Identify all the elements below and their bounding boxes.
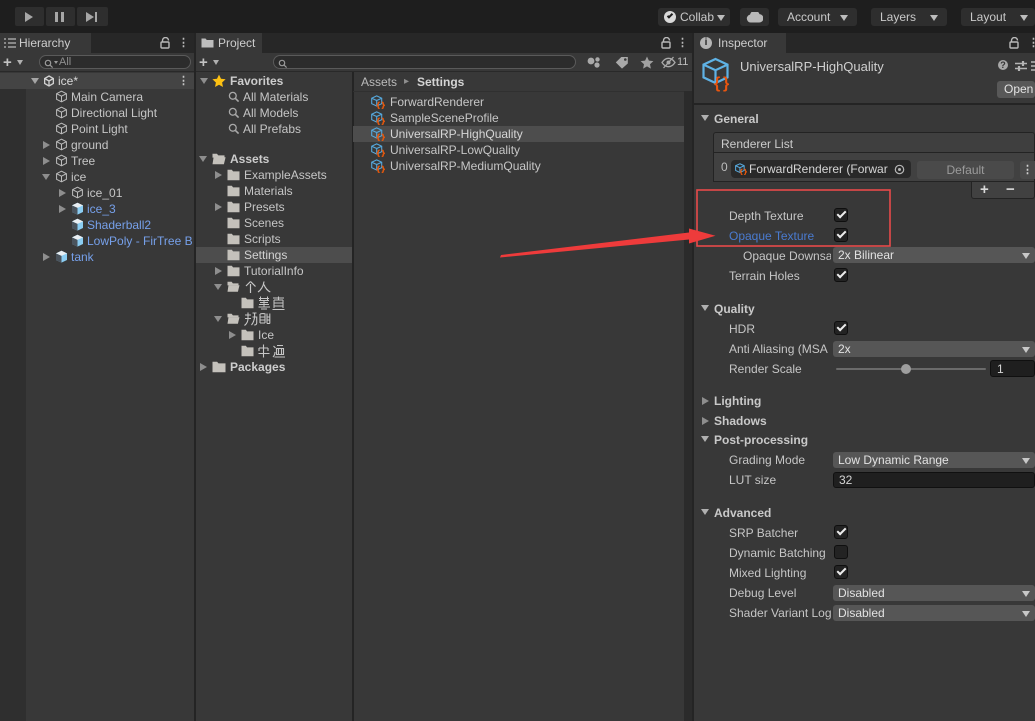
svg-text:{: { xyxy=(714,75,720,92)
svg-text:}: } xyxy=(723,75,729,92)
